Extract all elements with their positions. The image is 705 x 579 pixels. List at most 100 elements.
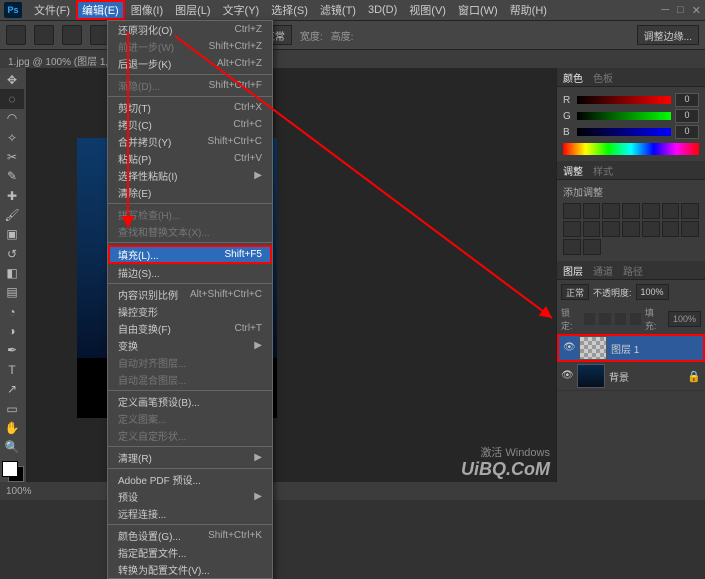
gradient-tool-icon[interactable]: ▤ — [0, 283, 24, 302]
tab-channels[interactable]: 通道 — [593, 263, 613, 278]
close-icon[interactable]: ✕ — [692, 4, 701, 17]
menu-item[interactable]: 预设▶ — [108, 488, 272, 505]
menu-item[interactable]: 选择性粘贴(I)▶ — [108, 167, 272, 184]
maximize-icon[interactable]: □ — [677, 4, 684, 17]
layer-name[interactable]: 背景 — [609, 369, 629, 384]
heal-tool-icon[interactable]: ✚ — [0, 186, 24, 205]
pen-tool-icon[interactable]: ✒ — [0, 341, 24, 360]
adj-bw-icon[interactable] — [563, 221, 581, 237]
adj-brightness-icon[interactable] — [563, 203, 581, 219]
menu-type[interactable]: 文字(Y) — [217, 0, 266, 20]
r-slider[interactable] — [577, 96, 671, 104]
lasso-tool-icon[interactable]: ◠ — [0, 109, 24, 128]
stamp-tool-icon[interactable]: ▣ — [0, 225, 24, 244]
layer-name[interactable]: 图层 1 — [611, 341, 639, 356]
tab-paths[interactable]: 路径 — [623, 263, 643, 278]
menu-item[interactable]: 操控变形 — [108, 303, 272, 320]
zoom-level[interactable]: 100% — [6, 486, 32, 497]
adj-poster-icon[interactable] — [662, 221, 680, 237]
g-value[interactable]: 0 — [675, 109, 699, 123]
adj-curves-icon[interactable] — [602, 203, 620, 219]
dodge-tool-icon[interactable]: ◑ — [0, 321, 24, 340]
menu-item[interactable]: 颜色设置(G)...Shift+Ctrl+K — [108, 527, 272, 544]
menu-item[interactable]: 内容识别比例Alt+Shift+Ctrl+C — [108, 286, 272, 303]
adj-vibrance-icon[interactable] — [642, 203, 660, 219]
menu-file[interactable]: 文件(F) — [28, 0, 76, 20]
lock-pos-icon[interactable] — [615, 313, 626, 325]
wand-tool-icon[interactable]: ✧ — [0, 128, 24, 147]
tab-color[interactable]: 颜色 — [563, 70, 583, 85]
opacity-input[interactable]: 100% — [636, 284, 669, 300]
adj-grad-icon[interactable] — [563, 239, 581, 255]
marquee-add-icon[interactable] — [62, 25, 82, 45]
eye-icon[interactable]: 👁 — [563, 342, 575, 354]
tab-styles[interactable]: 样式 — [593, 163, 613, 178]
refine-edge-button[interactable]: 调整边缘... — [637, 25, 699, 45]
adj-invert-icon[interactable] — [642, 221, 660, 237]
menu-item[interactable]: 还原羽化(O)Ctrl+Z — [108, 21, 272, 38]
zoom-tool-icon[interactable]: 🔍 — [0, 438, 24, 457]
menu-item[interactable]: 远程连接... — [108, 505, 272, 522]
adj-lookup-icon[interactable] — [622, 221, 640, 237]
menu-edit[interactable]: 编辑(E) — [76, 0, 125, 20]
menu-3d[interactable]: 3D(D) — [362, 2, 403, 18]
menu-item[interactable]: 合并拷贝(Y)Shift+Ctrl+C — [108, 133, 272, 150]
history-brush-icon[interactable]: ↺ — [0, 244, 24, 263]
blur-tool-icon[interactable]: ◔ — [0, 302, 24, 321]
marquee-new-icon[interactable] — [34, 25, 54, 45]
b-slider[interactable] — [577, 128, 671, 136]
menu-item[interactable]: 后退一步(K)Alt+Ctrl+Z — [108, 55, 272, 72]
color-ramp[interactable] — [563, 143, 699, 155]
menu-item[interactable]: 清理(R)▶ — [108, 449, 272, 466]
menu-item[interactable]: 指定配置文件... — [108, 544, 272, 561]
fg-bg-colors[interactable] — [2, 461, 24, 482]
tool-preset-icon[interactable] — [6, 25, 26, 45]
adj-hue-icon[interactable] — [662, 203, 680, 219]
menu-item[interactable]: 自由变换(F)Ctrl+T — [108, 320, 272, 337]
menu-filter[interactable]: 滤镜(T) — [314, 0, 362, 20]
lock-all-icon[interactable] — [630, 313, 641, 325]
menu-item[interactable]: 拷贝(C)Ctrl+C — [108, 116, 272, 133]
lock-trans-icon[interactable] — [584, 313, 595, 325]
menu-image[interactable]: 图像(I) — [125, 0, 169, 20]
adj-levels-icon[interactable] — [583, 203, 601, 219]
menu-item[interactable]: 填充(L)...Shift+F5 — [108, 245, 272, 264]
lock-pixels-icon[interactable] — [599, 313, 610, 325]
eye-icon[interactable]: 👁 — [561, 370, 573, 382]
layer-row-bg[interactable]: 👁 背景 🔒 — [557, 362, 705, 391]
adj-select-icon[interactable] — [583, 239, 601, 255]
menu-window[interactable]: 窗口(W) — [452, 0, 504, 20]
crop-tool-icon[interactable]: ✂ — [0, 147, 24, 166]
eyedropper-tool-icon[interactable]: ✎ — [0, 167, 24, 186]
fill-input[interactable]: 100% — [668, 311, 701, 327]
menu-item[interactable]: 粘贴(P)Ctrl+V — [108, 150, 272, 167]
menu-view[interactable]: 视图(V) — [403, 0, 452, 20]
hand-tool-icon[interactable]: ✋ — [0, 418, 24, 437]
menu-item[interactable]: 定义画笔预设(B)... — [108, 393, 272, 410]
menu-layer[interactable]: 图层(L) — [169, 0, 216, 20]
g-slider[interactable] — [577, 112, 671, 120]
tab-adjustments[interactable]: 调整 — [563, 163, 583, 178]
layer-row-1[interactable]: 👁 图层 1 — [557, 334, 705, 362]
menu-item[interactable]: 描边(S)... — [108, 264, 272, 281]
r-value[interactable]: 0 — [675, 93, 699, 107]
path-tool-icon[interactable]: ↗ — [0, 380, 24, 399]
adj-exposure-icon[interactable] — [622, 203, 640, 219]
adj-mixer-icon[interactable] — [602, 221, 620, 237]
marquee-tool-icon[interactable]: ◌ — [0, 89, 24, 108]
b-value[interactable]: 0 — [675, 125, 699, 139]
eraser-tool-icon[interactable]: ◧ — [0, 263, 24, 282]
move-tool-icon[interactable]: ✥ — [0, 70, 24, 89]
menu-item[interactable]: 清除(E) — [108, 184, 272, 201]
menu-item[interactable]: Adobe PDF 预设... — [108, 471, 272, 488]
menu-help[interactable]: 帮助(H) — [504, 0, 553, 20]
adj-thresh-icon[interactable] — [681, 221, 699, 237]
menu-item[interactable]: 变换▶ — [108, 337, 272, 354]
menu-select[interactable]: 选择(S) — [265, 0, 314, 20]
menu-item[interactable]: 剪切(T)Ctrl+X — [108, 99, 272, 116]
shape-tool-icon[interactable]: ▭ — [0, 399, 24, 418]
brush-tool-icon[interactable]: 🖌 — [0, 205, 24, 224]
tab-layers[interactable]: 图层 — [563, 263, 583, 278]
minimize-icon[interactable]: ─ — [661, 4, 669, 17]
adj-photo-icon[interactable] — [583, 221, 601, 237]
